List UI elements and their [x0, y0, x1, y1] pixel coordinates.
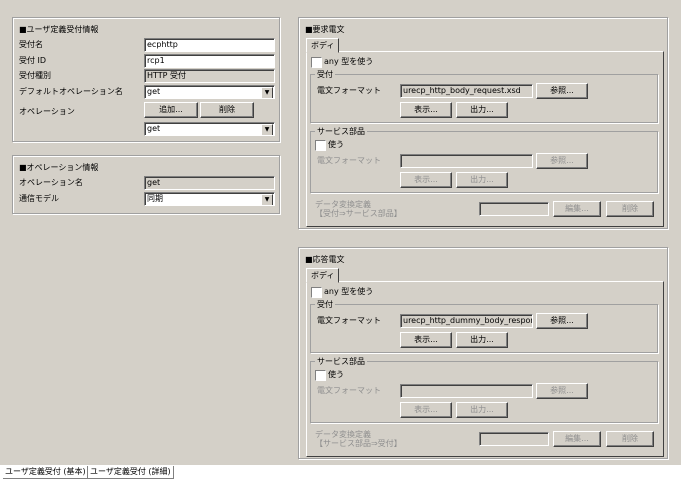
- response-panel: ■応答電文 ボディ any 型を使う 受付 電文フォーマット urecp_htt…: [298, 247, 668, 459]
- id-label: 受付 ID: [19, 56, 47, 65]
- op-name-label: オペレーション名: [19, 178, 83, 187]
- browse-button[interactable]: 参照...: [536, 83, 588, 99]
- edit-button[interactable]: 編集...: [553, 201, 601, 217]
- svc-group-label: サービス部品: [315, 356, 367, 367]
- any-checkbox[interactable]: [311, 57, 322, 68]
- svc-show-button[interactable]: 表示...: [400, 172, 452, 188]
- default-op-label: デフォルトオペレーション名: [19, 87, 123, 96]
- conv-label-2: 【受付⇒サービス部品】: [315, 209, 402, 218]
- type-field: HTTP 受付: [144, 69, 275, 83]
- use-label: 使う: [328, 370, 344, 379]
- svc-format-field: [400, 384, 533, 398]
- user-info-title: ■ユーザ定義受付情報: [19, 25, 99, 34]
- op-label: オペレーション: [19, 107, 75, 116]
- format-label: 電文フォーマット: [317, 316, 381, 325]
- comm-model-value: 同期: [147, 194, 163, 203]
- chevron-down-icon[interactable]: ▼: [261, 87, 273, 98]
- delete-op-button[interactable]: 削除: [200, 102, 254, 118]
- svc-format-label: 電文フォーマット: [317, 386, 381, 395]
- svc-show-button[interactable]: 表示...: [400, 402, 452, 418]
- output-button[interactable]: 出力...: [456, 102, 508, 118]
- any-label: any 型を使う: [324, 287, 374, 296]
- request-title: ■要求電文: [305, 25, 345, 34]
- show-button[interactable]: 表示...: [400, 332, 452, 348]
- conv-field: [479, 432, 549, 446]
- svc-format-field: [400, 154, 533, 168]
- chevron-down-icon[interactable]: ▼: [261, 124, 273, 135]
- svc-output-button[interactable]: 出力...: [456, 402, 508, 418]
- comm-model-label: 通信モデル: [19, 194, 59, 203]
- show-button[interactable]: 表示...: [400, 102, 452, 118]
- tab-detail[interactable]: ユーザ定義受付 (詳細): [87, 466, 174, 479]
- browse-button[interactable]: 参照...: [536, 313, 588, 329]
- format-field: urecp_http_body_request.xsd: [400, 84, 533, 98]
- add-button[interactable]: 追加...: [144, 102, 198, 118]
- op-name-field: get: [144, 176, 275, 190]
- edit-button[interactable]: 編集...: [553, 431, 601, 447]
- name-label: 受付名: [19, 40, 43, 49]
- conv-delete-button[interactable]: 削除: [606, 431, 654, 447]
- recv-group-label: 受付: [315, 69, 335, 80]
- format-field: urecp_http_dummy_body_response.xsd: [400, 314, 533, 328]
- default-op-value: get: [147, 87, 161, 96]
- response-title: ■応答電文: [305, 255, 345, 264]
- conv-field: [479, 202, 549, 216]
- use-checkbox[interactable]: [315, 370, 326, 381]
- chevron-down-icon[interactable]: ▼: [261, 194, 273, 205]
- op-info-title: ■オペレーション情報: [19, 163, 99, 172]
- user-info-panel: ■ユーザ定義受付情報 受付名 ecphttp 受付 ID rcp1 受付種別 H…: [12, 17, 280, 142]
- name-input[interactable]: ecphttp: [144, 38, 275, 52]
- op-select[interactable]: get ▼: [144, 122, 275, 136]
- conv-delete-button[interactable]: 削除: [606, 201, 654, 217]
- conv-label-2: 【サービス部品⇒受付】: [315, 439, 402, 448]
- svc-group-label: サービス部品: [315, 126, 367, 137]
- op-select-value: get: [147, 124, 161, 133]
- format-label: 電文フォーマット: [317, 86, 381, 95]
- use-checkbox[interactable]: [315, 140, 326, 151]
- svc-browse-button[interactable]: 参照...: [536, 153, 588, 169]
- id-input[interactable]: rcp1: [144, 54, 275, 68]
- svc-output-button[interactable]: 出力...: [456, 172, 508, 188]
- use-label: 使う: [328, 140, 344, 149]
- request-panel: ■要求電文 ボディ any 型を使う 受付 電文フォーマット urecp_htt…: [298, 17, 668, 229]
- type-label: 受付種別: [19, 71, 51, 80]
- any-label: any 型を使う: [324, 57, 374, 66]
- default-op-select[interactable]: get ▼: [144, 85, 275, 99]
- recv-group-label: 受付: [315, 299, 335, 310]
- tab-body[interactable]: ボディ: [306, 268, 340, 283]
- tab-body[interactable]: ボディ: [306, 38, 340, 53]
- tab-basic[interactable]: ユーザ定義受付 (基本): [3, 466, 89, 479]
- op-info-panel: ■オペレーション情報 オペレーション名 get 通信モデル 同期 ▼: [12, 155, 280, 214]
- any-checkbox[interactable]: [311, 287, 322, 298]
- svc-format-label: 電文フォーマット: [317, 156, 381, 165]
- svc-browse-button[interactable]: 参照...: [536, 383, 588, 399]
- comm-model-select[interactable]: 同期 ▼: [144, 192, 275, 206]
- output-button[interactable]: 出力...: [456, 332, 508, 348]
